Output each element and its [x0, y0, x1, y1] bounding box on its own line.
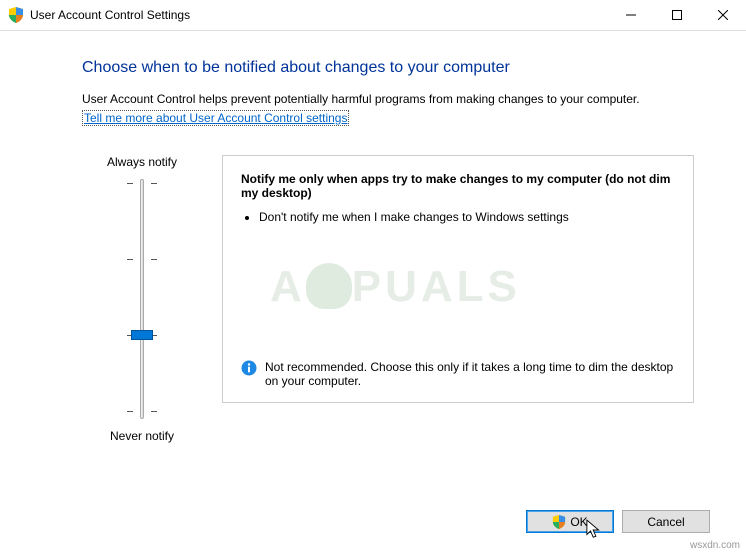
info-row: Not recommended. Choose this only if it …	[241, 360, 675, 388]
window-controls	[608, 0, 746, 30]
slider-thumb[interactable]	[131, 330, 153, 340]
slider-column: Always notify Never notify	[82, 155, 202, 443]
content-area: Choose when to be notified about changes…	[0, 31, 746, 443]
dialog-buttons: OK Cancel	[526, 510, 710, 533]
page-description: User Account Control helps prevent poten…	[82, 91, 694, 108]
uac-shield-icon	[8, 7, 24, 23]
uac-shield-icon	[552, 515, 566, 529]
title-bar: User Account Control Settings	[0, 0, 746, 31]
panel-title: Notify me only when apps try to make cha…	[241, 172, 675, 200]
close-button[interactable]	[700, 0, 746, 30]
description-panel: Notify me only when apps try to make cha…	[222, 155, 694, 403]
page-heading: Choose when to be notified about changes…	[82, 59, 694, 77]
info-icon	[241, 360, 257, 376]
slider-top-label: Always notify	[107, 155, 177, 169]
ok-label: OK	[570, 515, 587, 529]
info-text: Not recommended. Choose this only if it …	[265, 360, 675, 388]
maximize-button[interactable]	[654, 0, 700, 30]
panel-bullets: Don't notify me when I make changes to W…	[259, 210, 675, 228]
panel-bullet: Don't notify me when I make changes to W…	[259, 210, 675, 224]
site-ref: wsxdn.com	[690, 540, 740, 551]
cancel-button[interactable]: Cancel	[622, 510, 710, 533]
notification-slider[interactable]	[122, 179, 162, 419]
ok-button[interactable]: OK	[526, 510, 614, 533]
minimize-button[interactable]	[608, 0, 654, 30]
learn-more-link[interactable]: Tell me more about User Account Control …	[82, 110, 349, 126]
window-title: User Account Control Settings	[30, 8, 608, 22]
slider-bottom-label: Never notify	[110, 429, 174, 443]
slider-area: Always notify Never notify Notify me onl…	[82, 155, 694, 443]
cancel-label: Cancel	[647, 515, 684, 529]
